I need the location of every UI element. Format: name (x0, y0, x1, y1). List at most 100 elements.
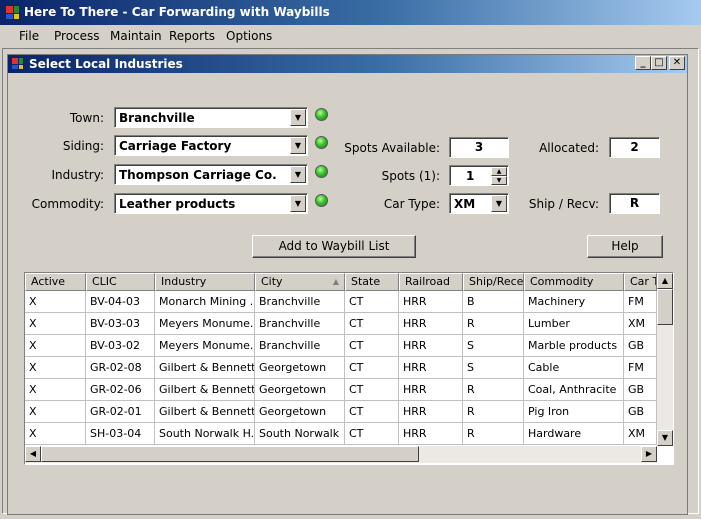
column-header-industry[interactable]: Industry (155, 273, 255, 291)
cell-industry[interactable]: South Norwalk H... (155, 423, 255, 445)
horizontal-scrollbar[interactable]: ◀ ▶ (25, 446, 657, 463)
industries-grid[interactable]: Active CLIC Industry City ▲ State Railro… (24, 272, 674, 465)
siding-combo[interactable]: Carriage Factory ▼ (114, 135, 308, 156)
menu-reports[interactable]: Reports (169, 29, 215, 43)
car-type-combo[interactable]: XM ▼ (449, 193, 509, 214)
scroll-right-icon[interactable]: ▶ (641, 446, 657, 462)
scroll-up-icon[interactable]: ▲ (657, 273, 673, 289)
cell-railroad[interactable]: HRR (399, 313, 463, 335)
town-combo[interactable]: Branchville ▼ (114, 107, 308, 128)
cell-clic[interactable]: SH-03-04 (86, 423, 155, 445)
table-row[interactable]: XGR-02-08Gilbert & Bennett ...Georgetown… (25, 357, 657, 379)
cell-active[interactable]: X (25, 313, 86, 335)
cell-state[interactable]: CT (345, 401, 399, 423)
column-header-state[interactable]: State (345, 273, 399, 291)
cell-city[interactable]: Branchville (255, 291, 345, 313)
menu-maintain[interactable]: Maintain (110, 29, 162, 43)
cell-state[interactable]: CT (345, 313, 399, 335)
cell-clic[interactable]: GR-02-08 (86, 357, 155, 379)
chevron-down-icon[interactable]: ▼ (491, 195, 507, 212)
cell-car-type[interactable]: GB (624, 401, 657, 423)
cell-city[interactable]: Georgetown (255, 379, 345, 401)
spin-down-icon[interactable]: ▼ (491, 176, 507, 185)
table-row[interactable]: X BV-04-03 Monarch Mining ... Branchville CT… (25, 291, 657, 313)
cell-clic[interactable]: BV-03-02 (86, 335, 155, 357)
cell-city[interactable]: Georgetown (255, 401, 345, 423)
column-header-clic[interactable]: CLIC (86, 273, 155, 291)
chevron-down-icon[interactable]: ▼ (290, 109, 306, 126)
cell-railroad[interactable]: HRR (399, 357, 463, 379)
cell-commodity[interactable]: Cable (524, 357, 624, 379)
industry-combo[interactable]: Thompson Carriage Co. ▼ (114, 164, 308, 185)
cell-ship-recv[interactable]: B (463, 291, 524, 313)
cell-commodity[interactable]: Coal, Anthracite (524, 379, 624, 401)
cell-ship-recv[interactable]: R (463, 401, 524, 423)
cell-city[interactable]: Branchville (255, 313, 345, 335)
cell-car-type[interactable]: FM (624, 291, 657, 313)
cell-commodity[interactable]: Marble products (524, 335, 624, 357)
cell-commodity[interactable]: Hardware (524, 423, 624, 445)
column-header-commodity[interactable]: Commodity (524, 273, 624, 291)
chevron-down-icon[interactable]: ▼ (290, 195, 306, 212)
cell-active[interactable]: X (25, 401, 86, 423)
window-titlebar[interactable]: Select Local Industries _ □ ✕ (8, 55, 687, 73)
column-header-car-type[interactable]: Car T (624, 273, 657, 291)
cell-ship-recv[interactable]: S (463, 335, 524, 357)
cell-active[interactable]: X (25, 291, 86, 313)
table-row[interactable]: XGR-02-06Gilbert & Bennett ...Georgetown… (25, 379, 657, 401)
cell-active[interactable]: X (25, 379, 86, 401)
cell-clic[interactable]: BV-04-03 (86, 291, 155, 313)
cell-car-type[interactable]: GB (624, 335, 657, 357)
menu-file[interactable]: File (19, 29, 39, 43)
cell-city[interactable]: Branchville (255, 335, 345, 357)
cell-railroad[interactable]: HRR (399, 401, 463, 423)
cell-clic[interactable]: GR-02-06 (86, 379, 155, 401)
menu-options[interactable]: Options (226, 29, 272, 43)
cell-active[interactable]: X (25, 423, 86, 445)
table-row[interactable]: X SH-03-04 South Norwalk H... South Norwalk… (25, 423, 657, 445)
cell-state[interactable]: CT (345, 357, 399, 379)
cell-ship-recv[interactable]: R (463, 379, 524, 401)
spin-up-icon[interactable]: ▲ (491, 167, 507, 176)
table-row[interactable]: X BV-03-02 Meyers Monume... Branchville CT HR… (25, 335, 657, 357)
column-header-railroad[interactable]: Railroad (399, 273, 463, 291)
close-button[interactable]: ✕ (669, 56, 685, 70)
cell-commodity[interactable]: Lumber (524, 313, 624, 335)
cell-railroad[interactable]: HRR (399, 335, 463, 357)
cell-industry[interactable]: Meyers Monume... (155, 313, 255, 335)
table-row[interactable]: XGR-02-01Gilbert & Bennett ...Georgetown… (25, 401, 657, 423)
add-to-waybill-list-button[interactable]: Add to Waybill List (252, 235, 416, 258)
cell-industry[interactable]: Gilbert & Bennett ... (155, 379, 255, 401)
column-header-ship-recv[interactable]: Ship/Rece (463, 273, 524, 291)
cell-city[interactable]: South Norwalk (255, 423, 345, 445)
commodity-combo[interactable]: Leather products ▼ (114, 193, 308, 214)
vertical-scroll-thumb[interactable] (657, 289, 673, 325)
help-button[interactable]: Help (587, 235, 663, 258)
cell-industry[interactable]: Gilbert & Bennett ... (155, 401, 255, 423)
cell-active[interactable]: X (25, 335, 86, 357)
column-header-city[interactable]: City ▲ (255, 273, 345, 291)
cell-ship-recv[interactable]: S (463, 357, 524, 379)
cell-car-type[interactable]: GB (624, 379, 657, 401)
cell-ship-recv[interactable]: R (463, 423, 524, 445)
cell-state[interactable]: CT (345, 423, 399, 445)
cell-ship-recv[interactable]: R (463, 313, 524, 335)
cell-state[interactable]: CT (345, 335, 399, 357)
chevron-down-icon[interactable]: ▼ (290, 137, 306, 154)
cell-railroad[interactable]: HRR (399, 291, 463, 313)
cell-railroad[interactable]: HRR (399, 379, 463, 401)
cell-state[interactable]: CT (345, 291, 399, 313)
cell-industry[interactable]: Monarch Mining ... (155, 291, 255, 313)
cell-city[interactable]: Georgetown (255, 357, 345, 379)
menu-process[interactable]: Process (54, 29, 100, 43)
scroll-left-icon[interactable]: ◀ (25, 446, 41, 462)
vertical-scrollbar[interactable]: ▲ ▼ (657, 273, 673, 446)
table-row[interactable]: X BV-03-03 Meyers Monume... Branchville CT HR… (25, 313, 657, 335)
cell-car-type[interactable]: FM (624, 357, 657, 379)
cell-car-type[interactable]: XM (624, 423, 657, 445)
scroll-down-icon[interactable]: ▼ (657, 430, 673, 446)
column-header-active[interactable]: Active (25, 273, 86, 291)
cell-state[interactable]: CT (345, 379, 399, 401)
cell-active[interactable]: X (25, 357, 86, 379)
cell-industry[interactable]: Meyers Monume... (155, 335, 255, 357)
